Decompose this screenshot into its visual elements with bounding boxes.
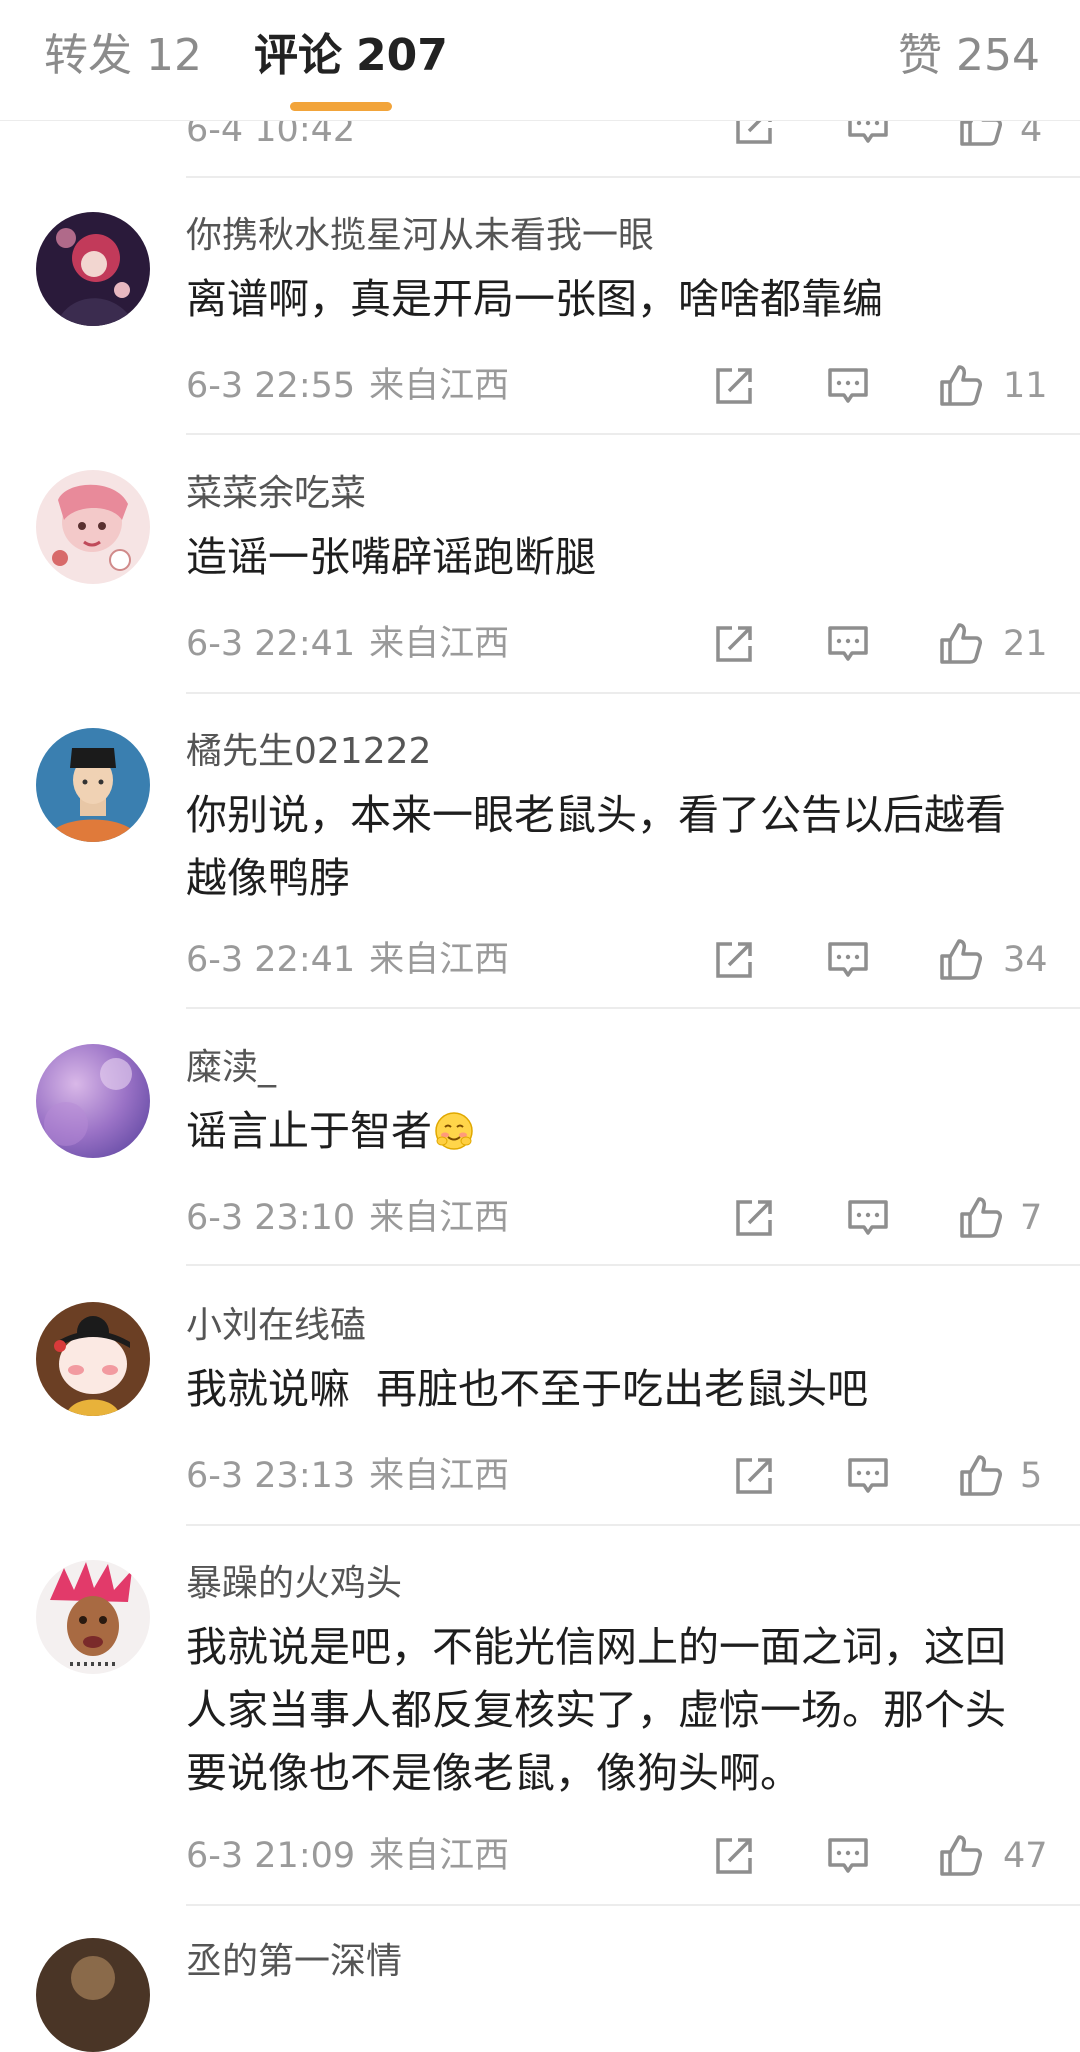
like-count: 47 <box>1003 1836 1048 1876</box>
like-count: 7 <box>1020 1198 1043 1238</box>
divider <box>186 1904 1080 1906</box>
tab-like-label: 赞 <box>898 30 943 81</box>
share-icon[interactable] <box>712 364 756 408</box>
comment-time: 6-3 22:55 <box>186 366 356 406</box>
comment-time-location: 6-3 23:13 来自江西 <box>186 1454 509 1498</box>
divider <box>186 692 1080 694</box>
comment-username[interactable]: 糜渎_ <box>186 1046 276 1090</box>
comment-time: 6-3 21:09 <box>186 1836 356 1876</box>
active-tab-indicator <box>290 102 392 111</box>
tab-comment-label: 评论 <box>254 30 342 81</box>
comment-location: 来自江西 <box>369 366 510 406</box>
comment-text: 谣言止于智者 <box>186 1107 432 1155</box>
comment-text: 我就说嘛 再脏也不至于吃出老鼠头吧 <box>186 1365 869 1413</box>
comment-time-location: 6-3 21:09 来自江西 <box>186 1834 509 1878</box>
comment-location: 来自江西 <box>369 1198 510 1238</box>
like-count: 34 <box>1003 940 1048 980</box>
comment-icon[interactable] <box>846 1454 890 1498</box>
share-icon[interactable] <box>712 622 756 666</box>
comment-location: 来自江西 <box>369 624 510 664</box>
comment-time: 6-3 22:41 <box>186 624 356 664</box>
thumbs-up-icon[interactable] <box>938 1832 984 1878</box>
like-count: 5 <box>1020 1456 1043 1496</box>
divider <box>186 433 1080 435</box>
tab-forward[interactable]: 转发 12 <box>44 28 202 84</box>
divider <box>186 1264 1080 1266</box>
thumbs-up-icon[interactable] <box>938 936 984 982</box>
tab-like[interactable]: 赞 254 <box>898 28 1040 84</box>
comment-username[interactable]: 丞的第一深情 <box>186 1940 402 1984</box>
comment-time-location: 6-3 22:55 来自江西 <box>186 364 509 408</box>
comment-time: 6-3 23:13 <box>186 1456 356 1496</box>
comment-location: 来自江西 <box>369 940 510 980</box>
avatar[interactable] <box>36 1302 150 1416</box>
tab-forward-label: 转发 <box>44 30 132 81</box>
tab-like-count: 254 <box>956 30 1040 81</box>
avatar[interactable] <box>36 470 150 584</box>
comment-username[interactable]: 小刘在线磕 <box>186 1304 366 1348</box>
comment-list: 6-4 10:42 4 你携秋水揽星河从未看我一眼 离谱啊，真是开局一张图，啥啥… <box>0 0 1080 2052</box>
comment-time: 6-3 23:10 <box>186 1198 356 1238</box>
thumbs-up-icon[interactable] <box>958 1452 1004 1498</box>
avatar[interactable] <box>36 1560 150 1674</box>
thumbs-up-icon[interactable] <box>938 620 984 666</box>
thumbs-up-icon[interactable] <box>958 1194 1004 1240</box>
comment-text: 我就说是吧，不能光信网上的一面之词，这回人家当事人都反复核实了，虚惊一场。那个头… <box>186 1623 1006 1797</box>
avatar[interactable] <box>36 212 150 326</box>
share-icon[interactable] <box>732 1196 776 1240</box>
blush-emoji-icon <box>435 1112 473 1150</box>
avatar[interactable] <box>36 1044 150 1158</box>
like-count: 21 <box>1003 624 1048 664</box>
comment-username[interactable]: 橘先生021222 <box>186 730 431 774</box>
comment-text: 离谱啊，真是开局一张图，啥啥都靠编 <box>186 275 883 323</box>
thumbs-up-icon[interactable] <box>938 362 984 408</box>
tab-forward-count: 12 <box>146 30 202 81</box>
share-icon[interactable] <box>712 1834 756 1878</box>
comment-icon[interactable] <box>826 622 870 666</box>
share-icon[interactable] <box>712 938 756 982</box>
comment-time: 6-3 22:41 <box>186 940 356 980</box>
comment-text-wrap: 谣言止于智者 <box>186 1100 1046 1163</box>
comment-location: 来自江西 <box>369 1836 510 1876</box>
comment-location: 来自江西 <box>369 1456 510 1496</box>
comment-time-location: 6-3 22:41 来自江西 <box>186 622 509 666</box>
like-count: 11 <box>1003 366 1048 406</box>
share-icon[interactable] <box>732 1454 776 1498</box>
comment-username[interactable]: 暴躁的火鸡头 <box>186 1562 402 1606</box>
divider <box>186 176 1080 178</box>
comment-text: 造谣一张嘴辟谣跑断腿 <box>186 533 596 581</box>
comment-time-location: 6-3 23:10 来自江西 <box>186 1196 509 1240</box>
avatar[interactable] <box>36 728 150 842</box>
comment-icon[interactable] <box>826 1834 870 1878</box>
comment-username[interactable]: 菜菜余吃菜 <box>186 472 366 516</box>
comment-username[interactable]: 你携秋水揽星河从未看我一眼 <box>186 214 654 258</box>
comment-icon[interactable] <box>846 1196 890 1240</box>
comment-time-location: 6-3 22:41 来自江西 <box>186 938 509 982</box>
divider <box>186 1007 1080 1009</box>
tab-comment[interactable]: 评论 207 <box>254 28 448 84</box>
tab-comment-count: 207 <box>356 30 448 81</box>
comment-icon[interactable] <box>826 938 870 982</box>
divider <box>186 1524 1080 1526</box>
comment-text: 你别说，本来一眼老鼠头，看了公告以后越看越像鸭脖 <box>186 791 1006 902</box>
comment-tabs: 转发 12 评论 207 赞 254 <box>0 0 1080 121</box>
comment-icon[interactable] <box>826 364 870 408</box>
avatar[interactable] <box>36 1938 150 2052</box>
